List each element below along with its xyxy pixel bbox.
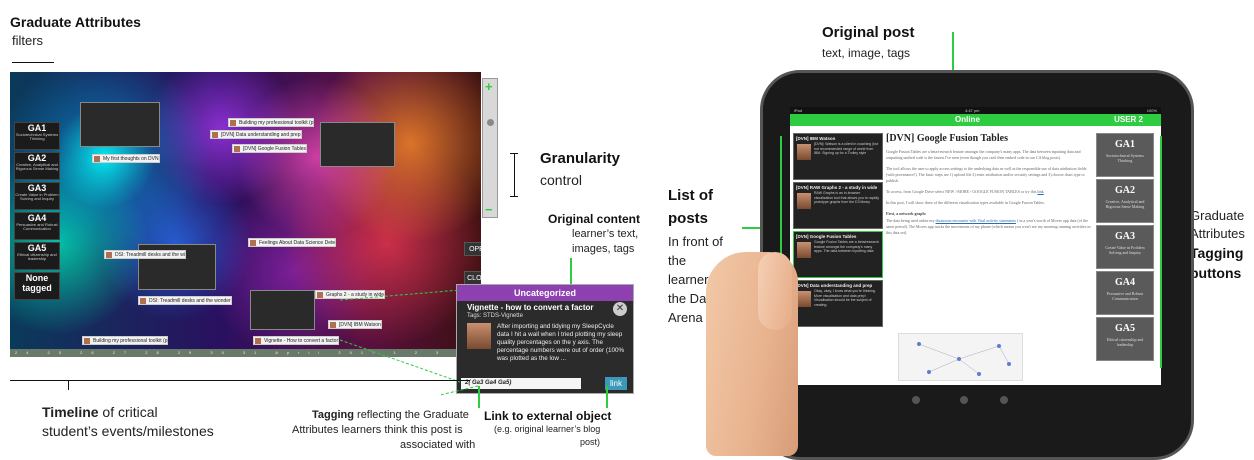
slider-knob[interactable] <box>487 119 494 126</box>
tablet-back-button <box>1000 396 1008 404</box>
list-item[interactable]: [DVN] IBM Watson [DVN]: Watson is a clie… <box>793 133 883 180</box>
post-chip[interactable]: Building my professional toolkit (p <box>228 118 315 127</box>
close-all-button[interactable]: CLOSE ALL <box>464 271 481 285</box>
ga-tagging-label: Graduate <box>1190 208 1245 223</box>
post-chip[interactable]: DSI: Treadmill desks and the wi <box>104 250 187 259</box>
original-post-sub: text, image, tags <box>822 46 911 60</box>
filter-none-button[interactable]: None tagged <box>14 272 60 300</box>
post-chip[interactable]: Feelings About Data Science Dete <box>248 238 337 247</box>
filter-ga3-button[interactable]: GA3 Create Value in Problem Solving and … <box>14 182 60 210</box>
link-label: Link to external object <box>484 409 612 423</box>
external-link-button[interactable]: link <box>605 377 627 390</box>
granularity-bracket <box>514 153 515 197</box>
network-graph-image <box>898 333 1023 381</box>
avatar <box>797 144 811 160</box>
list-item[interactable]: [DVN] Data understanding and prep Okay, … <box>793 280 883 327</box>
post-card[interactable] <box>320 122 395 167</box>
timeline-bracket <box>10 380 470 381</box>
tablet-home-button <box>912 396 920 404</box>
filter-ga1-button[interactable]: GA1 Sociotechnical Systems Thinking <box>14 122 60 150</box>
post-detail-popup[interactable]: Uncategorized Vignette - how to convert … <box>456 284 634 394</box>
avatar <box>797 242 811 258</box>
tablet-screen: iPad 4:47 pm 100% Online USER 2 [DVN] IB… <box>790 107 1161 385</box>
tag-ga4-button[interactable]: GA4 Persuasive and Robust Communication <box>1096 271 1154 315</box>
article-view: [DVN] Google Fusion Tables Google Fusion… <box>886 133 1094 383</box>
close-icon[interactable]: ✕ <box>613 302 627 316</box>
filter-ga5-button[interactable]: GA5 Ethical citizenship and leadership <box>14 242 60 270</box>
granularity-sub: control <box>540 172 583 188</box>
tag-ga5-button[interactable]: GA5 Ethical citizenship and leadership <box>1096 317 1154 361</box>
online-status: Online <box>955 115 980 124</box>
tag-ga3-button[interactable]: GA3 Create Value in Problem Solving and … <box>1096 225 1154 269</box>
avatar <box>797 193 811 209</box>
ga-filters-bracket <box>12 62 54 63</box>
list-of-posts-label: List of <box>668 187 713 204</box>
article-title: [DVN] Google Fusion Tables <box>886 133 1008 144</box>
tablet-home-button <box>960 396 968 404</box>
post-chip[interactable]: My first thoughts on DVN <box>92 154 160 163</box>
tag-ga2-button[interactable]: GA2 Creative, Analytical and Rigorous Se… <box>1096 179 1154 223</box>
zoom-out-icon[interactable]: − <box>485 203 496 216</box>
callout-lines <box>339 290 479 396</box>
granularity-label: Granularity <box>540 150 621 167</box>
original-post-label: Original post <box>822 24 915 41</box>
popup-category-header: Uncategorized <box>457 285 633 301</box>
tagging-label: Tagging reflecting the Graduate <box>312 409 469 421</box>
ga-filters-label: Graduate Attributes <box>10 14 141 30</box>
post-chip[interactable]: DSI: Treadmill desks and the wonder <box>138 296 232 305</box>
post-list: [DVN] IBM Watson [DVN]: Watson is a clie… <box>793 133 883 373</box>
open-all-button[interactable]: OPEN ALL <box>464 242 481 256</box>
post-chip[interactable]: [DVN] Google Fusion Tables <box>232 144 307 153</box>
article-link[interactable]: disastrous encounter with Vital activity… <box>936 218 1016 223</box>
tag-ga1-button[interactable]: GA1 Sociotechnical Systems Thinking <box>1096 133 1154 177</box>
popup-title: Vignette - how to convert a factor <box>467 303 594 312</box>
filter-ga4-button[interactable]: GA4 Persuasive and Robust Communication <box>14 212 60 240</box>
list-item[interactable]: [DVN] Google Fusion Tables Google Fusion… <box>793 231 883 278</box>
ga-filters-sub: filters <box>12 33 44 48</box>
app-header-bar: Online USER 2 <box>790 114 1161 126</box>
avatar <box>797 291 811 307</box>
post-card[interactable] <box>80 102 160 147</box>
granularity-slider[interactable]: + − <box>482 78 498 218</box>
post-chip[interactable]: Building my professional toolkit (p <box>82 336 169 345</box>
original-content-label: Original content <box>548 212 641 226</box>
zoom-in-icon[interactable]: + <box>485 80 496 93</box>
post-chip[interactable]: [DVN] Data understanding and prep <box>210 130 302 139</box>
timeline-label: Timeline of critical <box>42 404 158 420</box>
user-label: USER 2 <box>1114 115 1143 124</box>
list-item[interactable]: [DVN] RAW Graphs 2 - a study in wide RAW… <box>793 182 883 229</box>
popup-body: After importing and tidying my SleepCycl… <box>497 323 625 362</box>
thumb-image <box>758 252 792 330</box>
status-bar: iPad 4:47 pm 100% <box>790 107 1161 114</box>
article-link[interactable]: link <box>1037 189 1043 194</box>
filter-ga2-button[interactable]: GA2 Creative, Analytical and Rigorous Se… <box>14 152 60 180</box>
